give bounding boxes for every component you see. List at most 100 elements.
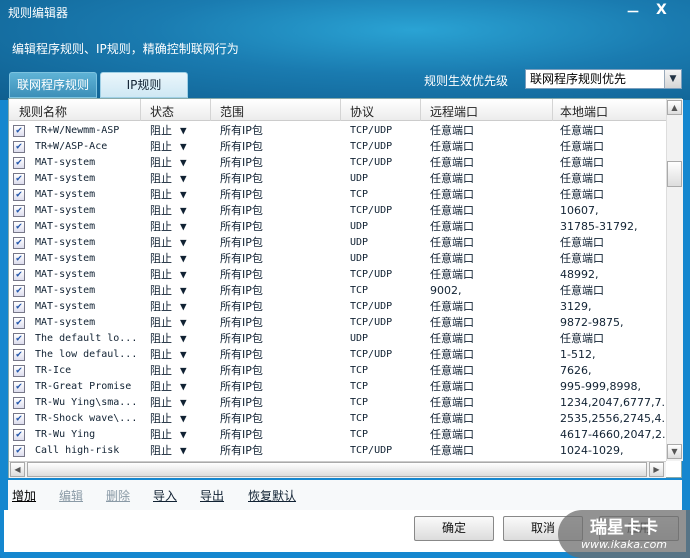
status-dropdown-icon[interactable]: ▼: [180, 203, 187, 219]
col-remote-port[interactable]: 远程端口: [430, 103, 478, 120]
row-checkbox[interactable]: ✔: [13, 365, 25, 377]
status-dropdown-icon[interactable]: ▼: [180, 411, 187, 427]
rule-remote-port: 任意端口: [430, 428, 474, 441]
status-dropdown-icon[interactable]: ▼: [180, 283, 187, 299]
row-checkbox[interactable]: ✔: [13, 189, 25, 201]
import-link[interactable]: 导入: [153, 487, 177, 504]
tab-ip-rules[interactable]: IP规则: [100, 72, 188, 98]
vertical-scrollbar[interactable]: ▲ ▼: [666, 99, 683, 461]
hscroll-thumb[interactable]: [27, 462, 647, 477]
status-dropdown-icon[interactable]: ▼: [180, 219, 187, 235]
status-dropdown-icon[interactable]: ▼: [180, 315, 187, 331]
row-checkbox[interactable]: ✔: [13, 253, 25, 265]
table-row[interactable]: ✔ MAT-system 阻止 ▼ 所有IP包 TCP/UDP 任意端口 任意端…: [9, 155, 666, 171]
close-button[interactable]: X: [656, 2, 667, 18]
row-checkbox[interactable]: ✔: [13, 333, 25, 345]
scroll-thumb[interactable]: [667, 161, 682, 187]
col-local-port[interactable]: 本地端口: [560, 103, 608, 120]
rules-table: 规则名称 状态 范围 协议 远程端口 本地端口 ✔ TR+W/Newmm-ASP…: [8, 98, 683, 478]
row-checkbox[interactable]: ✔: [13, 413, 25, 425]
table-row[interactable]: ✔ MAT-system 阻止 ▼ 所有IP包 TCP 9002, 任意端口: [9, 283, 666, 299]
table-row[interactable]: ✔ MAT-system 阻止 ▼ 所有IP包 UDP 任意端口 任意端口: [9, 171, 666, 187]
table-row[interactable]: ✔ MAT-system 阻止 ▼ 所有IP包 TCP/UDP 任意端口 489…: [9, 267, 666, 283]
row-checkbox[interactable]: ✔: [13, 173, 25, 185]
ok-button[interactable]: 确定: [414, 516, 494, 541]
rule-status: 阻止: [150, 300, 172, 313]
row-checkbox[interactable]: ✔: [13, 221, 25, 233]
rule-local-port: 任意端口: [560, 332, 604, 345]
status-dropdown-icon[interactable]: ▼: [180, 443, 187, 459]
status-dropdown-icon[interactable]: ▼: [180, 171, 187, 187]
table-row[interactable]: ✔ TR+W/ASP-Ace 阻止 ▼ 所有IP包 TCP/UDP 任意端口 任…: [9, 139, 666, 155]
row-checkbox[interactable]: ✔: [13, 269, 25, 281]
table-row[interactable]: ✔ TR-Shock wave\... 阻止 ▼ 所有IP包 TCP 任意端口 …: [9, 411, 672, 427]
scroll-right-icon[interactable]: ▶: [649, 462, 664, 477]
horizontal-scrollbar[interactable]: ◀ ▶: [9, 461, 666, 478]
row-checkbox[interactable]: ✔: [13, 141, 25, 153]
restore-default-link[interactable]: 恢复默认: [248, 487, 296, 504]
row-checkbox[interactable]: ✔: [13, 429, 25, 441]
table-row[interactable]: ✔ Call high-risk 阻止 ▼ 所有IP包 TCP/UDP 任意端口…: [9, 443, 666, 459]
col-name[interactable]: 规则名称: [19, 103, 67, 120]
priority-select[interactable]: 联网程序规则优先 ▼: [525, 69, 682, 89]
table-row[interactable]: ✔ MAT-system 阻止 ▼ 所有IP包 UDP 任意端口 31785-3…: [9, 219, 666, 235]
rule-status: 阻止: [150, 236, 172, 249]
table-row[interactable]: ✔ MAT-system 阻止 ▼ 所有IP包 UDP 任意端口 任意端口: [9, 235, 666, 251]
status-dropdown-icon[interactable]: ▼: [180, 267, 187, 283]
export-link[interactable]: 导出: [200, 487, 224, 504]
table-row[interactable]: ✔ TR+W/Newmm-ASP 阻止 ▼ 所有IP包 TCP/UDP 任意端口…: [9, 123, 666, 139]
status-dropdown-icon[interactable]: ▼: [180, 363, 187, 379]
row-checkbox[interactable]: ✔: [13, 301, 25, 313]
rule-local-port: 48992,: [560, 268, 599, 281]
add-link[interactable]: 增加: [12, 487, 36, 504]
status-dropdown-icon[interactable]: ▼: [180, 379, 187, 395]
rule-name: MAT-system: [35, 173, 96, 184]
scroll-up-icon[interactable]: ▲: [667, 100, 682, 115]
status-dropdown-icon[interactable]: ▼: [180, 347, 187, 363]
status-dropdown-icon[interactable]: ▼: [180, 139, 187, 155]
status-dropdown-icon[interactable]: ▼: [180, 395, 187, 411]
row-checkbox[interactable]: ✔: [13, 157, 25, 169]
status-dropdown-icon[interactable]: ▼: [180, 155, 187, 171]
table-row[interactable]: ✔ The low defaul... 阻止 ▼ 所有IP包 TCP/UDP 任…: [9, 347, 666, 363]
status-dropdown-icon[interactable]: ▼: [180, 427, 187, 443]
tab-program-rules[interactable]: 联网程序规则: [9, 72, 97, 98]
chevron-down-icon[interactable]: ▼: [664, 70, 681, 88]
table-row[interactable]: ✔ MAT-system 阻止 ▼ 所有IP包 UDP 任意端口 任意端口: [9, 251, 666, 267]
col-protocol[interactable]: 协议: [350, 103, 374, 120]
table-row[interactable]: ✔ MAT-system 阻止 ▼ 所有IP包 TCP/UDP 任意端口 312…: [9, 299, 666, 315]
status-dropdown-icon[interactable]: ▼: [180, 299, 187, 315]
edit-link[interactable]: 编辑: [59, 487, 83, 504]
status-dropdown-icon[interactable]: ▼: [180, 251, 187, 267]
table-row[interactable]: ✔ TR-Great Promise 阻止 ▼ 所有IP包 TCP 任意端口 9…: [9, 379, 666, 395]
row-checkbox[interactable]: ✔: [13, 349, 25, 361]
scroll-down-icon[interactable]: ▼: [667, 444, 682, 459]
status-dropdown-icon[interactable]: ▼: [180, 235, 187, 251]
rule-remote-port: 9002,: [430, 284, 462, 297]
table-row[interactable]: ✔ TR-Wu Ying\sma... 阻止 ▼ 所有IP包 TCP 任意端口 …: [9, 395, 672, 411]
delete-link[interactable]: 删除: [106, 487, 130, 504]
table-row[interactable]: ✔ The default lo... 阻止 ▼ 所有IP包 UDP 任意端口 …: [9, 331, 666, 347]
table-row[interactable]: ✔ MAT-system 阻止 ▼ 所有IP包 TCP/UDP 任意端口 987…: [9, 315, 666, 331]
row-checkbox[interactable]: ✔: [13, 317, 25, 329]
status-dropdown-icon[interactable]: ▼: [180, 187, 187, 203]
minimize-button[interactable]: －: [626, 2, 640, 22]
row-checkbox[interactable]: ✔: [13, 381, 25, 393]
row-checkbox[interactable]: ✔: [13, 397, 25, 409]
row-checkbox[interactable]: ✔: [13, 205, 25, 217]
table-row[interactable]: ✔ MAT-system 阻止 ▼ 所有IP包 TCP/UDP 任意端口 106…: [9, 203, 666, 219]
col-scope[interactable]: 范围: [220, 103, 244, 120]
table-row[interactable]: ✔ MAT-system 阻止 ▼ 所有IP包 TCP 任意端口 任意端口: [9, 187, 666, 203]
row-checkbox[interactable]: ✔: [13, 285, 25, 297]
rule-scope: 所有IP包: [220, 364, 263, 377]
row-checkbox[interactable]: ✔: [13, 445, 25, 457]
table-row[interactable]: ✔ TR-Ice 阻止 ▼ 所有IP包 TCP 任意端口 7626,: [9, 363, 666, 379]
row-checkbox[interactable]: ✔: [13, 125, 25, 137]
status-dropdown-icon[interactable]: ▼: [180, 331, 187, 347]
col-status[interactable]: 状态: [150, 103, 174, 120]
rule-status: 阻止: [150, 316, 172, 329]
table-row[interactable]: ✔ TR-Wu Ying 阻止 ▼ 所有IP包 TCP 任意端口 4617-46…: [9, 427, 672, 443]
status-dropdown-icon[interactable]: ▼: [180, 123, 187, 139]
row-checkbox[interactable]: ✔: [13, 237, 25, 249]
scroll-left-icon[interactable]: ◀: [10, 462, 25, 477]
